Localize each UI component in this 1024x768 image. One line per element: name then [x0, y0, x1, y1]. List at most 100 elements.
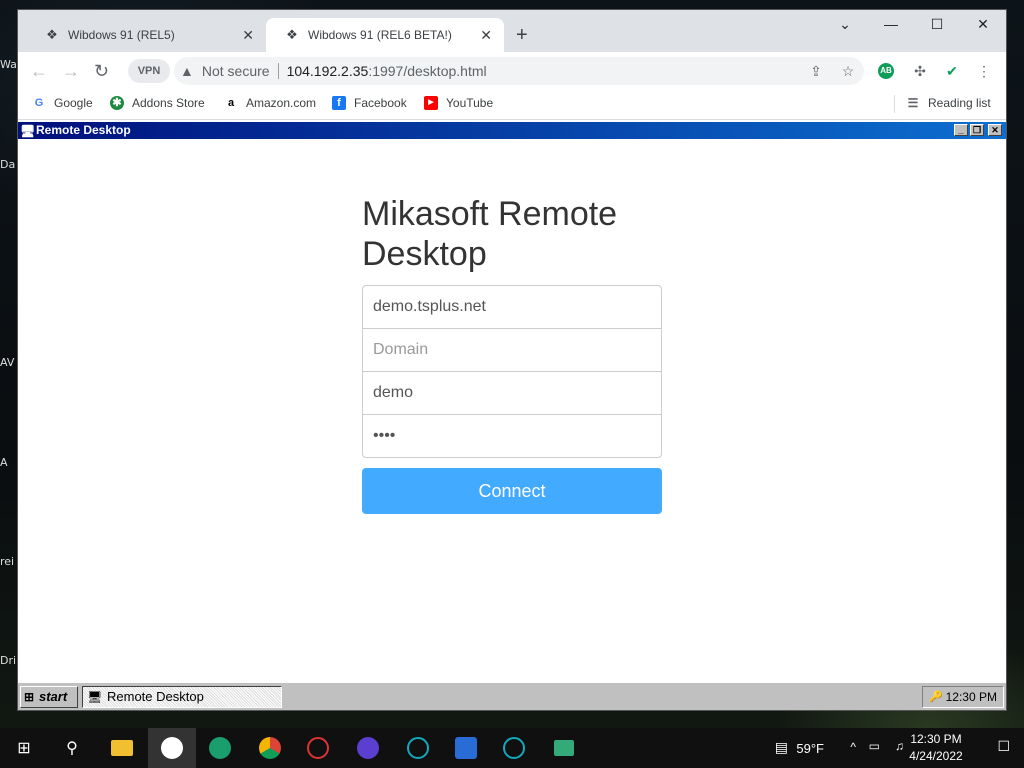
browser-toolbar: ← → ↻ VPN ▲ Not secure 104.192.2.35:1997…: [18, 52, 1006, 90]
window-title: Remote Desktop: [36, 123, 131, 137]
clock-date[interactable]: 4/24/2022: [904, 749, 968, 763]
desktop-icon[interactable]: Dri: [0, 654, 18, 667]
bookmark-star-icon[interactable]: ☆: [838, 62, 858, 80]
tab-search-icon[interactable]: ⌄: [830, 16, 860, 33]
addons-store-icon: ✱: [110, 96, 124, 110]
tab-title: Wibdows 91 (REL5): [68, 28, 175, 42]
url-host: 104.192.2.35: [286, 63, 369, 79]
bookmark-label: Amazon.com: [246, 96, 317, 110]
reading-list-button[interactable]: ☰ Reading list: [906, 96, 991, 110]
tab-title: Wibdows 91 (REL6 BETA!): [308, 28, 452, 42]
shield-check-icon[interactable]: ✔: [942, 62, 962, 80]
new-tab-button[interactable]: +: [516, 24, 528, 46]
remote-taskbar: ⊞ start 🖥 Remote Desktop 🔑 12:30 PM: [18, 682, 1006, 710]
weather-temperature[interactable]: 59°F: [796, 741, 824, 756]
bookmark-amazon[interactable]: a Amazon.com: [224, 96, 316, 110]
login-form: Mikasoft Remote Desktop Connect: [362, 194, 662, 514]
tab-wibdows-rel5[interactable]: ❖ Wibdows 91 (REL5) ✕: [26, 18, 266, 52]
app-red-icon[interactable]: [294, 728, 342, 768]
google-icon: G: [34, 97, 44, 109]
tab-wibdows-rel6[interactable]: ❖ Wibdows 91 (REL6 BETA!) ✕: [266, 18, 504, 52]
bookmark-label: YouTube: [446, 96, 494, 110]
domain-input[interactable]: [362, 328, 662, 372]
amazon-icon: a: [227, 97, 235, 109]
brave-browser-icon[interactable]: [148, 728, 196, 768]
app-purple-icon[interactable]: [344, 728, 392, 768]
app-u-icon[interactable]: [394, 728, 442, 768]
server-input[interactable]: [362, 285, 662, 329]
restore-button[interactable]: ❐: [970, 124, 984, 136]
taskbar-item-label: Remote Desktop: [107, 689, 204, 704]
menu-dots-icon[interactable]: ⋮: [974, 62, 994, 80]
minimize-button[interactable]: _: [954, 124, 968, 136]
file-explorer-icon[interactable]: [98, 728, 146, 768]
chrome-icon[interactable]: [246, 728, 294, 768]
connect-button[interactable]: Connect: [362, 468, 662, 514]
share-icon[interactable]: ⇪: [806, 62, 826, 80]
browser-window: ❖ Wibdows 91 (REL5) ✕ ❖ Wibdows 91 (REL6…: [18, 10, 1006, 710]
vpn-button[interactable]: VPN: [128, 59, 170, 83]
desktop-icon[interactable]: Da: [0, 158, 18, 171]
weather-icon[interactable]: ▤: [775, 739, 788, 756]
app-shield-icon[interactable]: [442, 728, 490, 768]
facebook-icon: f: [332, 96, 346, 110]
reload-icon[interactable]: ↻: [94, 61, 109, 81]
windows-taskbar: ⊞ ⚲ ▤ 59°F ^ ▭ ♫ 12:30 PM 4/24/2022 ☐: [0, 728, 1024, 768]
wibdows-favicon-icon: ❖: [46, 27, 58, 42]
bookmark-youtube[interactable]: ▶ YouTube: [424, 96, 493, 110]
address-bar[interactable]: ▲ Not secure 104.192.2.35:1997/desktop.h…: [174, 57, 864, 85]
desktop-icon[interactable]: Wa: [0, 58, 18, 71]
extension-ab-icon[interactable]: AB: [878, 63, 894, 79]
password-input[interactable]: [362, 414, 662, 458]
desktop-icon[interactable]: AV: [0, 356, 18, 369]
desktop-icon[interactable]: A: [0, 456, 18, 469]
page-title: Mikasoft Remote Desktop: [362, 195, 618, 273]
maximize-button[interactable]: ☐: [922, 16, 952, 33]
close-window-button[interactable]: ✕: [968, 16, 998, 33]
network-icon[interactable]: ▭: [869, 739, 880, 753]
remote-desktop-icon: 🖥: [20, 124, 36, 138]
tab-strip: ❖ Wibdows 91 (REL5) ✕ ❖ Wibdows 91 (REL6…: [18, 10, 1006, 52]
start-button[interactable]: ⊞ start: [20, 686, 78, 708]
bookmark-addons-store[interactable]: ✱ Addons Store: [110, 96, 205, 110]
notification-icon[interactable]: ☐: [997, 738, 1010, 755]
clock-time[interactable]: 12:30 PM: [908, 732, 964, 746]
url-path: :1997/desktop.html: [368, 63, 487, 79]
system-tray: 🔑 12:30 PM: [922, 686, 1004, 708]
remote-desktop-window: 🖥 Remote Desktop _ ❐ ✕ Mikasoft Remote D…: [18, 122, 1006, 710]
divider: [894, 95, 895, 113]
forward-arrow-icon[interactable]: →: [62, 61, 80, 81]
start-label: start: [39, 689, 68, 704]
bookmark-facebook[interactable]: f Facebook: [332, 96, 407, 110]
bookmark-label: Google: [54, 96, 93, 110]
remote-desktop-icon: 🖥: [87, 690, 103, 704]
close-tab-icon[interactable]: ✕: [480, 27, 492, 43]
tray-clock[interactable]: 12:30 PM: [946, 690, 997, 704]
app-monitor-icon[interactable]: [540, 728, 588, 768]
tray-key-icon[interactable]: 🔑: [929, 687, 943, 707]
close-tab-icon[interactable]: ✕: [242, 27, 254, 43]
remote-desktop-titlebar[interactable]: 🖥 Remote Desktop _ ❐ ✕: [18, 122, 1006, 139]
minimize-button[interactable]: —: [876, 16, 906, 32]
windows-start-icon[interactable]: ⊞: [0, 728, 48, 768]
warning-triangle-icon[interactable]: ▲: [180, 63, 194, 79]
bookmark-google[interactable]: G Google: [32, 96, 93, 110]
reading-list-label: Reading list: [928, 96, 991, 110]
security-indicator[interactable]: Not secure: [202, 63, 270, 79]
wibdows-favicon-icon: ❖: [286, 27, 298, 42]
reading-list-icon: ☰: [907, 96, 919, 110]
extensions-puzzle-icon[interactable]: ✣: [910, 62, 930, 80]
desktop-icon[interactable]: rei: [0, 555, 18, 568]
app-vpn-icon[interactable]: [490, 728, 538, 768]
close-button[interactable]: ✕: [988, 124, 1002, 136]
username-input[interactable]: [362, 371, 662, 415]
bookmark-label: Addons Store: [132, 96, 205, 110]
edge-icon[interactable]: [196, 728, 244, 768]
back-arrow-icon[interactable]: ←: [30, 61, 48, 81]
search-icon[interactable]: ⚲: [48, 728, 96, 768]
taskbar-item-remote-desktop[interactable]: 🖥 Remote Desktop: [82, 686, 282, 708]
windows-logo-icon: ⊞: [24, 690, 35, 704]
bookmark-label: Facebook: [354, 96, 407, 110]
chevron-up-icon[interactable]: ^: [850, 740, 856, 754]
volume-icon[interactable]: ♫: [895, 739, 904, 753]
